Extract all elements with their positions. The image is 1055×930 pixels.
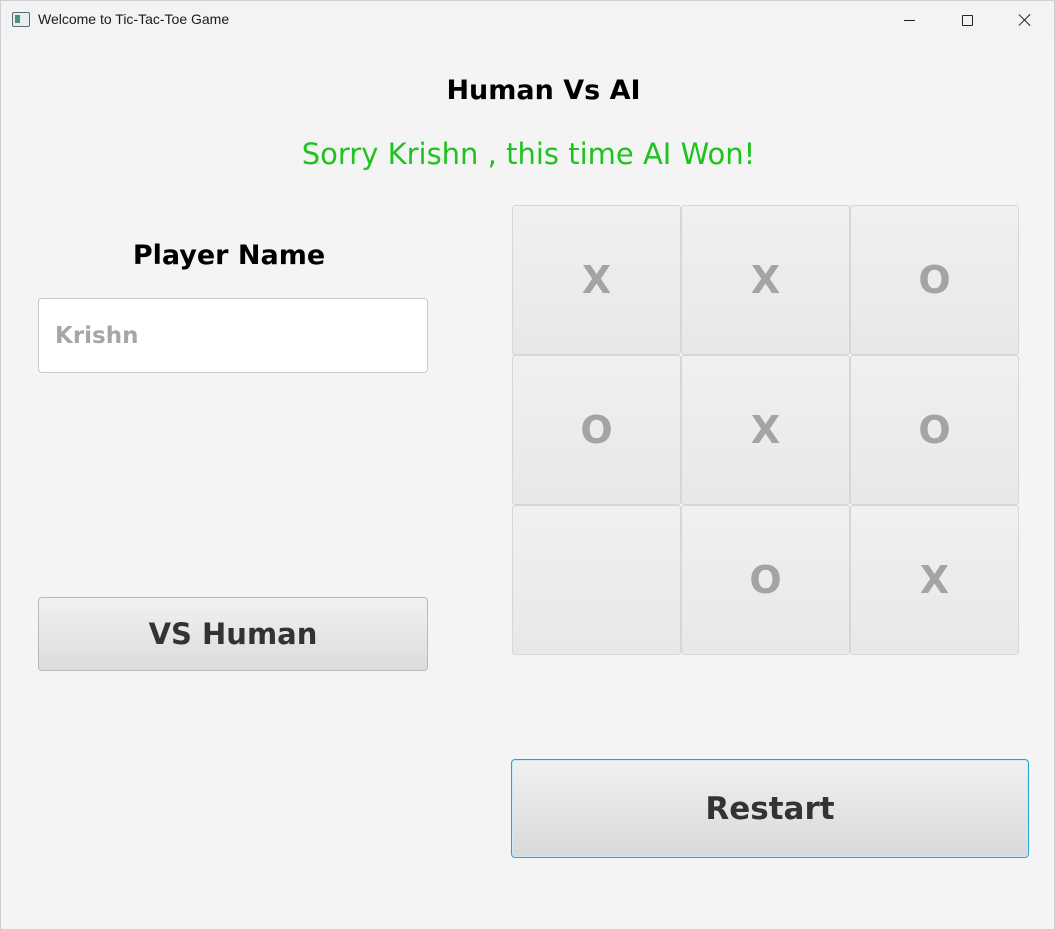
player-name-label: Player Name — [132, 240, 326, 271]
maximize-icon — [961, 14, 973, 26]
close-button[interactable] — [996, 1, 1054, 39]
minimize-button[interactable] — [880, 1, 938, 39]
board-cell-8[interactable]: O — [681, 505, 850, 655]
mode-title: Human Vs AI — [446, 75, 641, 106]
game-status-message: Sorry Krishn , this time AI Won! — [301, 137, 756, 171]
board-cell-5[interactable]: X — [681, 355, 850, 505]
restart-button[interactable]: Restart — [511, 759, 1029, 858]
board-cell-2[interactable]: X — [681, 205, 850, 355]
window-title: Welcome to Tic-Tac-Toe Game — [38, 11, 230, 27]
board-cell-3[interactable]: O — [850, 205, 1019, 355]
maximize-button[interactable] — [938, 1, 996, 39]
game-board: X X O O X O O X — [512, 205, 1019, 655]
board-cell-1[interactable]: X — [512, 205, 681, 355]
title-bar: Welcome to Tic-Tac-Toe Game — [1, 1, 1054, 39]
board-cell-7[interactable] — [512, 505, 681, 655]
app-icon — [12, 12, 30, 27]
minimize-icon — [903, 19, 915, 21]
close-icon — [1018, 13, 1032, 27]
board-cell-6[interactable]: O — [850, 355, 1019, 505]
board-cell-4[interactable]: O — [512, 355, 681, 505]
board-cell-9[interactable]: X — [850, 505, 1019, 655]
app-window: Welcome to Tic-Tac-Toe Game Human Vs AI … — [0, 0, 1055, 930]
vs-human-button[interactable]: VS Human — [38, 597, 428, 671]
player-name-input[interactable] — [38, 298, 428, 373]
